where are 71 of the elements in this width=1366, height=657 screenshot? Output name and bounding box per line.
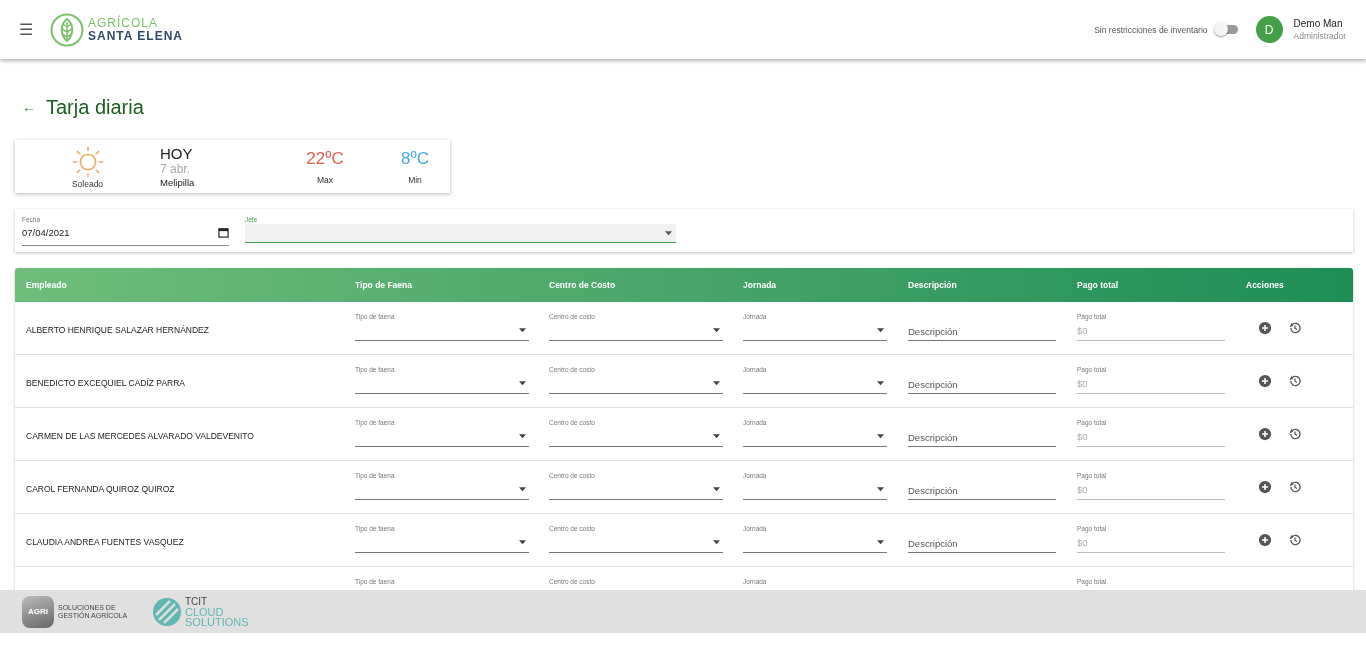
calendar-icon[interactable]: [218, 227, 229, 238]
max-temperature: 22ºC: [306, 148, 344, 169]
tcit-logo-icon: [152, 596, 182, 627]
caret-icon: [519, 486, 526, 492]
logo-text: SOLUTIONS: [185, 616, 249, 627]
description-field[interactable]: Descripción: [908, 537, 1056, 553]
max-label: Max: [316, 174, 334, 185]
user-avatar[interactable]: D: [1255, 16, 1283, 43]
add-icon[interactable]: [1258, 427, 1272, 441]
history-icon[interactable]: [1288, 427, 1302, 441]
logo-text: AGRÍCOLA: [88, 16, 159, 30]
min-label: Min: [408, 174, 422, 185]
column-header: Empleado: [26, 280, 68, 290]
add-icon[interactable]: [1258, 533, 1272, 547]
user-name: Demo Man: [1293, 18, 1344, 29]
history-icon[interactable]: [1288, 533, 1302, 547]
back-button[interactable]: ←: [22, 99, 36, 115]
caret-icon: [713, 539, 720, 545]
employee-name: CARMEN DE LAS MERCEDES ALVARADO VALDEVENITO: [26, 431, 254, 441]
caret-icon: [877, 486, 884, 492]
page-title: Tarja diaria: [46, 95, 144, 119]
description-field[interactable]: Descripción: [908, 431, 1056, 447]
description-field[interactable]: Descripción: [908, 325, 1056, 341]
add-icon[interactable]: [1258, 321, 1272, 335]
column-header: Jornada: [743, 280, 778, 290]
menu-button[interactable]: ☰: [14, 20, 38, 39]
employee-name: BENEDICTO EXCEQUIEL CADÍZ PARRA: [26, 378, 185, 388]
caret-icon: [519, 327, 526, 333]
weather-condition: Soleado: [71, 178, 104, 189]
column-header: Pago total: [1077, 280, 1120, 290]
caret-icon: [877, 539, 884, 545]
agri-logo-mark: AGRI: [22, 595, 54, 628]
column-header: Tipo de Faena: [355, 280, 413, 290]
caret-icon: [665, 230, 672, 236]
caret-icon: [519, 433, 526, 439]
description-field[interactable]: Descripción: [908, 378, 1056, 394]
logo-text: CLOUD: [185, 606, 225, 617]
employee-name: CLAUDIA ANDREA FUENTES VASQUEZ: [26, 537, 184, 547]
add-icon[interactable]: [1258, 480, 1272, 494]
history-icon[interactable]: [1288, 480, 1302, 494]
leaf-logo-icon: [50, 12, 84, 47]
logo-text: SANTA ELENA: [88, 29, 183, 43]
caret-icon: [519, 380, 526, 386]
column-header: Descripción: [908, 280, 958, 290]
date-label: 7 abr.: [160, 161, 192, 177]
employee-name: CAROL FERNANDA QUIROZ QUIROZ: [26, 484, 175, 494]
toggle-label: Sin restricciones de inventario: [1094, 24, 1208, 35]
column-header: Acciones: [1246, 280, 1285, 290]
caret-icon: [713, 380, 720, 386]
caret-icon: [877, 327, 884, 333]
history-icon[interactable]: [1288, 374, 1302, 388]
inventory-toggle[interactable]: [1215, 25, 1238, 34]
history-icon[interactable]: [1288, 321, 1302, 335]
caret-icon: [877, 433, 884, 439]
add-icon[interactable]: [1258, 374, 1272, 388]
min-temperature: 8ºC: [401, 148, 429, 169]
caret-icon: [713, 486, 720, 492]
employee-name: ALBERTO HENRIQUE SALAZAR HERNÁNDEZ: [26, 325, 209, 335]
caret-icon: [519, 539, 526, 545]
logo-text: TCIT: [185, 596, 209, 607]
column-header: Centro de Costo: [549, 280, 617, 290]
sun-icon: [70, 144, 105, 179]
day-label: HOY: [160, 144, 194, 162]
boss-select[interactable]: [245, 224, 676, 243]
user-role: Administrador: [1293, 31, 1346, 41]
place-label: Melipilla: [160, 176, 196, 189]
caret-icon: [877, 380, 884, 386]
caret-icon: [713, 433, 720, 439]
date-value: 07/04/2021: [22, 227, 70, 238]
caret-icon: [713, 327, 720, 333]
description-field[interactable]: Descripción: [908, 484, 1056, 500]
